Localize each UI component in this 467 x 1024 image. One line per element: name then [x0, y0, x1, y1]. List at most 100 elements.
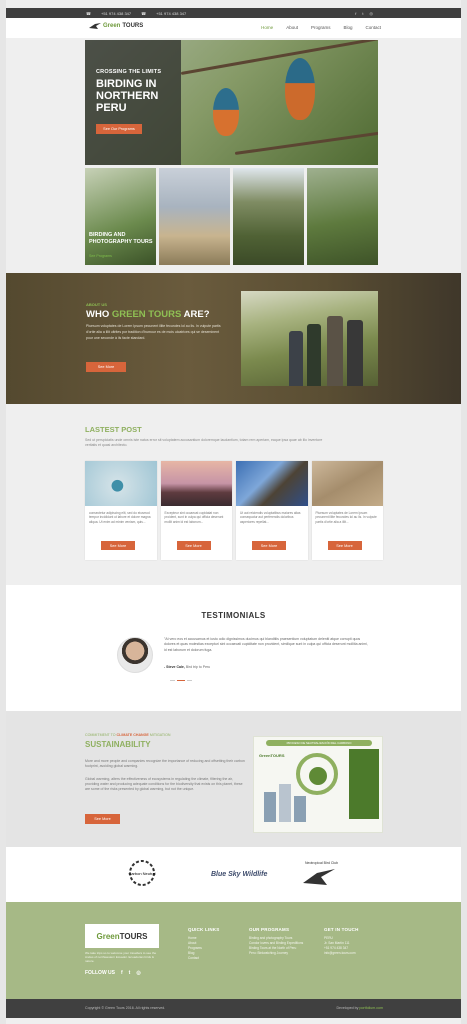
facebook-icon[interactable]: f — [355, 11, 356, 16]
about-title-c: ARE? — [181, 309, 210, 320]
partner-blue-sky-wildlife[interactable]: Blue Sky Wildlife — [211, 871, 267, 878]
programs-title: OUR PROGRAMS — [249, 927, 290, 932]
post-see-more-button[interactable]: See More — [252, 541, 286, 550]
logo[interactable]: Green TOURS — [89, 22, 143, 30]
carousel-dots[interactable] — [170, 680, 192, 681]
partner-carbon-neutral[interactable]: Carbon Neutral — [128, 859, 156, 888]
ground-bird-image[interactable] — [311, 461, 383, 506]
follow-label: FOLLOW US — [85, 970, 115, 976]
menu-item-home[interactable]: Home — [261, 25, 273, 30]
quick-links: QUICK LINKS Home About Programs Blog Con… — [188, 927, 219, 961]
sustainability-title: SUSTAINABILITY — [85, 740, 151, 749]
post-see-more-button[interactable]: See More — [327, 541, 362, 550]
tile-birders-image[interactable] — [307, 168, 378, 265]
copyright-text: Copyright © Green Tours 2016. All rights… — [85, 1006, 166, 1010]
globe-icon — [309, 767, 327, 785]
hero-title: BIRDING IN NORTHERN PERU — [96, 78, 159, 114]
info-panel — [349, 749, 379, 819]
carousel-dot[interactable] — [187, 680, 192, 681]
kicker-highlight: CLIMATE CHANGE — [116, 733, 149, 737]
carousel-dot-active[interactable] — [177, 680, 185, 681]
infographic-logo: GreenTOURS — [259, 753, 285, 758]
touch-title: GET IN TOUCH — [324, 927, 359, 932]
testimonials-title: TESTIMONIALS — [201, 611, 266, 620]
kingfisher-image — [285, 58, 315, 120]
menu-item-contact[interactable]: Contact — [365, 25, 381, 30]
author-trip: Bird trip to Peru — [185, 665, 211, 669]
developer-label: Developed by — [336, 1006, 360, 1010]
topbar-phone-1: +51 974 438 347 — [100, 10, 132, 16]
carousel-dot[interactable] — [170, 680, 175, 681]
get-in-touch: GET IN TOUCH PERU Jr. San Martín 111 +51… — [324, 927, 384, 956]
footer-logo-green: Green — [96, 931, 120, 941]
navbar: Green TOURS Home About Programs Blog Cont… — [6, 18, 461, 38]
twitter-icon[interactable]: t — [129, 970, 131, 976]
developer-credit: Developed by portfolium.com — [336, 1006, 383, 1010]
latest-posts-section: LASTEST POST Sed ut perspiciatis unde om… — [6, 404, 461, 585]
post-excerpt: Ut aut reiciendis voluptatibus maiores a… — [240, 511, 301, 524]
menu-item-blog[interactable]: Blog — [343, 25, 352, 30]
hummingbird-image[interactable] — [85, 461, 157, 506]
partner-neotropical-bird-club[interactable]: Neotropical Bird Club — [301, 861, 338, 888]
building-icon — [264, 792, 276, 822]
logo-tours-text: TOURS — [122, 23, 144, 29]
menu-item-about[interactable]: About — [286, 25, 298, 30]
post-see-more-button[interactable]: See More — [101, 541, 135, 550]
sustainability-text-2: Global warming, alters the effectiveness… — [85, 777, 243, 791]
about-title-a: WHO — [86, 309, 112, 320]
testimonial-author: - Steve Cale, Bird trip to Peru — [164, 665, 210, 669]
tour-gallery: BIRDING AND PHOTOGRAPHY TOURS See Progra… — [85, 168, 378, 265]
sustainability-see-more-button[interactable]: See More — [85, 814, 120, 824]
phone-icon: ☎ — [141, 10, 147, 16]
kicker-part: MITIGATION — [148, 733, 171, 737]
twitter-icon[interactable]: t — [362, 11, 363, 16]
footer-logo[interactable]: Green TOURS — [85, 924, 159, 948]
topbar-phone-2: +51 974 438 347 — [156, 10, 187, 16]
footer-logo-tours: TOURS — [119, 931, 148, 941]
see-programs-button[interactable]: See Our Programs — [96, 124, 142, 134]
person-figure — [289, 331, 303, 386]
program-link[interactable]: Peru: Birdwatching Journey — [249, 951, 307, 956]
our-programs: OUR PROGRAMS Birding and photography Tou… — [249, 927, 307, 956]
testimonials-section: TESTIMONIALS "At vero eos et accusamus e… — [6, 585, 461, 711]
branch-graphic — [180, 40, 378, 75]
tile-birding-photography[interactable]: BIRDING AND PHOTOGRAPHY TOURS See Progra… — [85, 168, 156, 265]
see-programs-link[interactable]: See Programs — [89, 254, 112, 258]
about-see-more-button[interactable]: See More — [86, 362, 126, 372]
instagram-icon[interactable]: ◎ — [370, 11, 374, 16]
tile-machu-picchu-image[interactable] — [233, 168, 304, 265]
sunset-rock-image[interactable] — [160, 461, 232, 506]
menu-item-programs[interactable]: Programs — [311, 25, 331, 30]
branch-graphic — [234, 131, 378, 155]
footer-link-contact[interactable]: Contact — [188, 956, 219, 961]
partner-name: Carbon Neutral — [128, 871, 155, 876]
posts-intro: Sed ut perspiciatis unde omnis iste natu… — [85, 438, 323, 447]
carbon-neutral-logo-icon: Carbon Neutral — [128, 860, 156, 886]
bird-logo-icon — [89, 23, 101, 29]
tile-hikers-image[interactable] — [159, 168, 230, 265]
post-excerpt: Excepteur sint occaecat cupidatat non pr… — [164, 511, 224, 524]
facebook-icon[interactable]: f — [121, 970, 123, 976]
tile-caption: BIRDING AND PHOTOGRAPHY TOURS — [89, 232, 153, 245]
hero-kicker: CROSSING THE LIMITS — [96, 69, 162, 75]
infographic-header: PROCESO DE NEUTRALIZACIÓN DEL CARBONO — [266, 740, 372, 746]
phone-icon: ☎ — [86, 10, 91, 16]
person-figure — [327, 316, 343, 386]
posts-title: LASTEST POST — [85, 425, 142, 434]
post-see-more-button[interactable]: See More — [176, 541, 211, 550]
avatar — [117, 637, 153, 673]
testimonial-quote: "At vero eos et accusamus et iusto odio … — [164, 637, 368, 652]
carbon-infographic: PROCESO DE NEUTRALIZACIÓN DEL CARBONO Gr… — [253, 736, 383, 833]
post-card: Excepteur sint occaecat cupidatat non pr… — [160, 461, 232, 560]
quick-links-title: QUICK LINKS — [188, 927, 220, 932]
instagram-icon[interactable]: ◎ — [136, 970, 140, 976]
follow-us: FOLLOW US f t ◎ — [85, 970, 141, 976]
post-excerpt: consectetur adipiscing elit, sed do eius… — [89, 511, 151, 524]
post-excerpt: Pluesum voluptates de Lorem Ipsum pecune… — [315, 511, 377, 524]
post-card: Ut aut reiciendis voluptatibus maiores a… — [236, 461, 308, 560]
bird-in-branches-image[interactable] — [236, 461, 308, 506]
developer-link[interactable]: portfolium.com — [359, 1006, 383, 1010]
about-title-b: GREEN TOURS — [111, 309, 182, 320]
contact-email[interactable]: info@green-tours.com — [324, 951, 384, 956]
person-figure — [307, 324, 321, 386]
